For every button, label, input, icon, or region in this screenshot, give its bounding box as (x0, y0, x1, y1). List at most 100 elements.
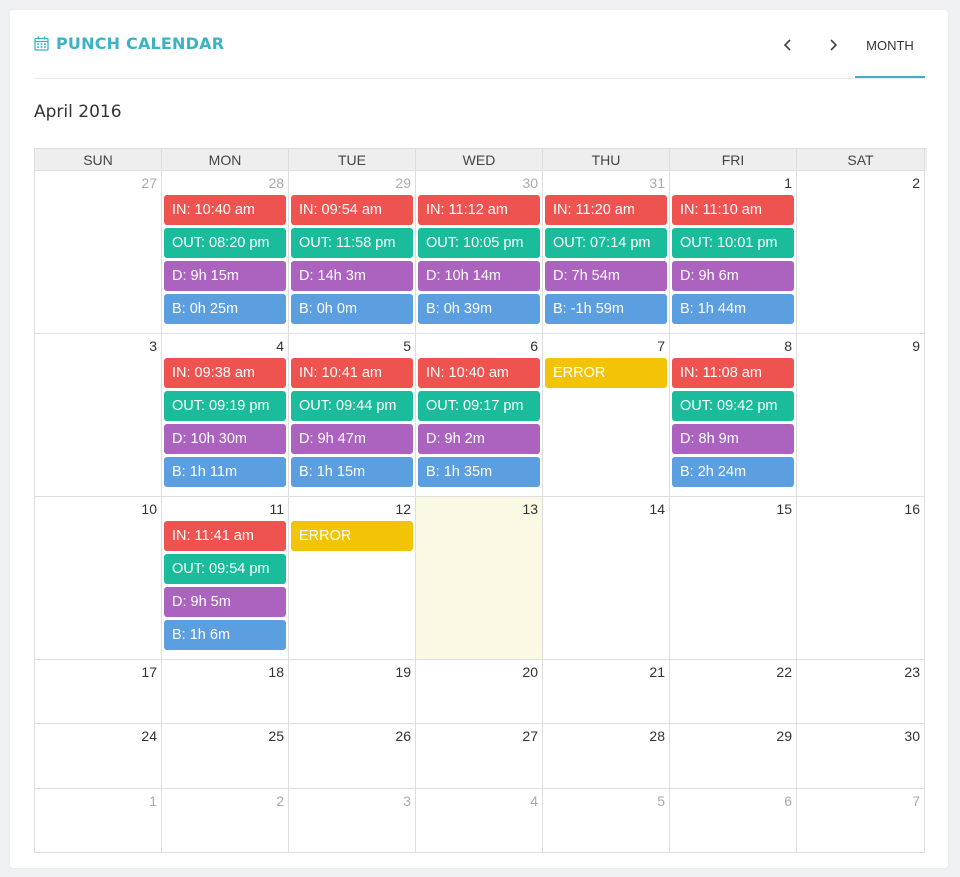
break-event[interactable]: B: -1h 59m (545, 294, 667, 324)
next-month-button[interactable] (825, 34, 841, 58)
error-event[interactable]: ERROR (291, 521, 413, 551)
break-event[interactable]: B: 1h 35m (418, 457, 540, 487)
day-number: 27 (522, 728, 538, 744)
day-cell[interactable]: 17 (35, 660, 162, 724)
day-cell[interactable]: 14 (543, 497, 670, 660)
chevron-right-icon (830, 39, 838, 51)
punch-in-event[interactable]: IN: 10:40 am (418, 358, 540, 388)
day-cell[interactable]: 7 ERROR (543, 334, 670, 497)
duration-event[interactable]: D: 10h 30m (164, 424, 286, 454)
month-label: April 2016 (34, 102, 122, 122)
punch-out-event[interactable]: OUT: 10:01 pm (672, 228, 794, 258)
day-cell[interactable]: 16 (797, 497, 925, 660)
day-cell[interactable]: 25 (162, 724, 289, 789)
break-event[interactable]: B: 1h 11m (164, 457, 286, 487)
day-cell[interactable]: 19 (289, 660, 416, 724)
duration-event[interactable]: D: 9h 2m (418, 424, 540, 454)
day-cell[interactable]: 30 IN: 11:12 am OUT: 10:05 pm D: 10h 14m B: … (416, 171, 543, 334)
punch-out-event[interactable]: OUT: 08:20 pm (164, 228, 286, 258)
day-cell[interactable]: 20 (416, 660, 543, 724)
duration-event[interactable]: D: 9h 15m (164, 261, 286, 291)
duration-event[interactable]: D: 9h 6m (672, 261, 794, 291)
error-event[interactable]: ERROR (545, 358, 667, 388)
day-number: 8 (784, 338, 792, 354)
punch-in-event[interactable]: IN: 11:20 am (545, 195, 667, 225)
punch-out-event[interactable]: OUT: 09:54 pm (164, 554, 286, 584)
day-cell[interactable]: 4 IN: 09:38 am OUT: 09:19 pm D: 10h 30m B: 1… (162, 334, 289, 497)
day-cell[interactable]: 3 (289, 789, 416, 853)
day-cell[interactable]: 9 (797, 334, 925, 497)
day-cell[interactable]: 5 (543, 789, 670, 853)
duration-event[interactable]: D: 8h 9m (672, 424, 794, 454)
punch-in-event[interactable]: IN: 11:08 am (672, 358, 794, 388)
day-cell[interactable]: 8 IN: 11:08 am OUT: 09:42 pm D: 8h 9m B: 2h … (670, 334, 797, 497)
duration-event[interactable]: D: 10h 14m (418, 261, 540, 291)
punch-in-event[interactable]: IN: 11:12 am (418, 195, 540, 225)
duration-event[interactable]: D: 7h 54m (545, 261, 667, 291)
punch-out-event[interactable]: OUT: 09:44 pm (291, 391, 413, 421)
duration-event[interactable]: D: 14h 3m (291, 261, 413, 291)
day-cell[interactable]: 7 (797, 789, 925, 853)
day-cell[interactable]: 12 ERROR (289, 497, 416, 660)
day-cell[interactable]: 3 (35, 334, 162, 497)
punch-in-event[interactable]: IN: 11:41 am (164, 521, 286, 551)
day-cell[interactable]: 28 IN: 10:40 am OUT: 08:20 pm D: 9h 15m B: 0… (162, 171, 289, 334)
punch-in-event[interactable]: IN: 10:41 am (291, 358, 413, 388)
punch-out-event[interactable]: OUT: 09:17 pm (418, 391, 540, 421)
month-view-tab[interactable]: MONTH (855, 10, 925, 78)
punch-in-event[interactable]: IN: 09:54 am (291, 195, 413, 225)
day-cell[interactable]: 31 IN: 11:20 am OUT: 07:14 pm D: 7h 54m B: -… (543, 171, 670, 334)
day-cell[interactable]: 30 (797, 724, 925, 789)
break-event[interactable]: B: 0h 25m (164, 294, 286, 324)
day-cell[interactable]: 22 (670, 660, 797, 724)
duration-event[interactable]: D: 9h 5m (164, 587, 286, 617)
break-event[interactable]: B: 0h 39m (418, 294, 540, 324)
day-cell[interactable]: 18 (162, 660, 289, 724)
break-event[interactable]: B: 0h 0m (291, 294, 413, 324)
day-cell[interactable]: 10 (35, 497, 162, 660)
prev-month-button[interactable] (780, 34, 796, 58)
punch-in-event[interactable]: IN: 10:40 am (164, 195, 286, 225)
day-cell[interactable]: 1 (35, 789, 162, 853)
punch-in-event[interactable]: IN: 11:10 am (672, 195, 794, 225)
day-cell[interactable]: 15 (670, 497, 797, 660)
break-event[interactable]: B: 2h 24m (672, 457, 794, 487)
break-event[interactable]: B: 1h 15m (291, 457, 413, 487)
weekday-header-tue: TUE (289, 149, 416, 171)
day-cell[interactable]: 24 (35, 724, 162, 789)
day-cell[interactable]: 6 IN: 10:40 am OUT: 09:17 pm D: 9h 2m B: 1h … (416, 334, 543, 497)
day-number: 11 (269, 501, 284, 517)
calendar-icon (34, 36, 49, 51)
day-cell[interactable]: 26 (289, 724, 416, 789)
day-cell[interactable]: 29 (670, 724, 797, 789)
punch-out-event[interactable]: OUT: 07:14 pm (545, 228, 667, 258)
punch-out-event[interactable]: OUT: 11:58 pm (291, 228, 413, 258)
punch-out-event[interactable]: OUT: 09:42 pm (672, 391, 794, 421)
day-cell[interactable]: 2 (797, 171, 925, 334)
day-cell[interactable]: 4 (416, 789, 543, 853)
break-event[interactable]: B: 1h 6m (164, 620, 286, 650)
day-number: 6 (530, 338, 538, 354)
day-cell[interactable]: 6 (670, 789, 797, 853)
break-event[interactable]: B: 1h 44m (672, 294, 794, 324)
day-cell[interactable]: 23 (797, 660, 925, 724)
punch-out-event[interactable]: OUT: 09:19 pm (164, 391, 286, 421)
day-events: IN: 11:10 am OUT: 10:01 pm D: 9h 6m B: 1h 4… (670, 191, 796, 324)
day-events: IN: 11:41 am OUT: 09:54 pm D: 9h 5m B: 1h 6… (162, 517, 288, 650)
day-cell[interactable]: 1 IN: 11:10 am OUT: 10:01 pm D: 9h 6m B: 1h … (670, 171, 797, 334)
day-cell[interactable]: 2 (162, 789, 289, 853)
day-cell[interactable]: 27 (35, 171, 162, 334)
day-cell[interactable]: 28 (543, 724, 670, 789)
day-cell[interactable]: 13 (416, 497, 543, 660)
day-cell[interactable]: 21 (543, 660, 670, 724)
day-number: 13 (522, 501, 538, 517)
punch-out-event[interactable]: OUT: 10:05 pm (418, 228, 540, 258)
punch-in-event[interactable]: IN: 09:38 am (164, 358, 286, 388)
chevron-left-icon (783, 39, 791, 51)
day-cell[interactable]: 29 IN: 09:54 am OUT: 11:58 pm D: 14h 3m B: 0… (289, 171, 416, 334)
day-cell[interactable]: 5 IN: 10:41 am OUT: 09:44 pm D: 9h 47m B: 1h… (289, 334, 416, 497)
duration-event[interactable]: D: 9h 47m (291, 424, 413, 454)
weekday-header-fri: FRI (670, 149, 797, 171)
day-cell[interactable]: 11 IN: 11:41 am OUT: 09:54 pm D: 9h 5m B: 1h… (162, 497, 289, 660)
day-cell[interactable]: 27 (416, 724, 543, 789)
